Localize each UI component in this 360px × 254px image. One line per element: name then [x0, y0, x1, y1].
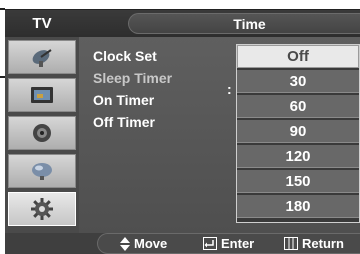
- content-panel: Clock Set Sleep Timer On Timer Off Timer…: [79, 37, 360, 233]
- sidebar-item-setup[interactable]: [8, 192, 76, 226]
- up-down-arrow-icon: [120, 236, 130, 251]
- dropdown-option-120[interactable]: 120: [237, 145, 359, 168]
- dropdown-option-off[interactable]: Off: [237, 45, 359, 68]
- dropdown-option-30[interactable]: 30: [237, 70, 359, 93]
- hint-move-label: Move: [134, 236, 168, 251]
- setup-gear-icon: [31, 198, 53, 220]
- channel-icon: [32, 163, 52, 180]
- dropdown-option-60[interactable]: 60: [237, 95, 359, 118]
- return-menu-icon: [284, 237, 298, 250]
- menu-item-on-timer[interactable]: On Timer: [93, 92, 154, 108]
- dropdown-option-90[interactable]: 90: [237, 120, 359, 143]
- value-separator: :: [227, 81, 232, 97]
- menu-item-off-timer[interactable]: Off Timer: [93, 114, 155, 130]
- sidebar: [5, 37, 79, 233]
- hint-enter: Enter: [203, 236, 254, 251]
- sidebar-item-channel[interactable]: [8, 154, 76, 188]
- sidebar-item-input[interactable]: [8, 40, 76, 74]
- dropdown-option-180[interactable]: 180: [237, 195, 359, 218]
- tv-screen: TV Time Clock Set Sleep Timer On Timer O…: [0, 0, 360, 254]
- enter-icon: [203, 237, 217, 250]
- osd-menu: TV Time Clock Set Sleep Timer On Timer O…: [5, 9, 360, 254]
- sound-icon: [33, 124, 51, 142]
- hint-return-label: Return: [302, 236, 344, 251]
- dropdown-option-150[interactable]: 150: [237, 170, 359, 193]
- menu-item-clock-set[interactable]: Clock Set: [93, 48, 157, 64]
- hint-move: Move: [120, 236, 167, 251]
- sidebar-item-picture[interactable]: [8, 78, 76, 112]
- tv-label: TV: [32, 15, 52, 32]
- menu-title: Time: [128, 13, 360, 34]
- help-bar: Move Enter Return: [97, 233, 360, 254]
- bottom-bar: Move Enter Return: [5, 233, 360, 254]
- sidebar-item-sound[interactable]: [8, 116, 76, 150]
- menu-item-sleep-timer[interactable]: Sleep Timer: [93, 70, 172, 86]
- satellite-dish-icon: [32, 49, 52, 67]
- hint-return: Return: [284, 236, 344, 251]
- sleep-timer-dropdown[interactable]: Off 30 60 90 120 150 180: [236, 44, 360, 223]
- hint-enter-label: Enter: [221, 236, 255, 251]
- top-bar: TV Time: [5, 10, 360, 37]
- picture-icon: [31, 87, 53, 103]
